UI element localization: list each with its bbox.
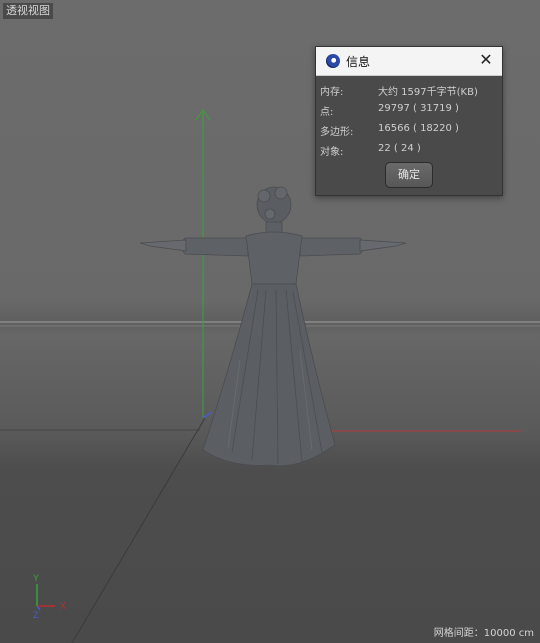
left-arm (181, 237, 249, 257)
info-value: 29797 ( 31719 ) (378, 103, 459, 114)
info-dialog: 信息 ✕ 内存: 大约 1597千字节(KB) 点: 29797 ( 31719… (315, 46, 503, 196)
ok-button[interactable]: 确定 (385, 162, 433, 188)
cinema4d-logo-icon (326, 54, 340, 68)
dialog-title-bar[interactable]: 信息 ✕ (316, 47, 502, 76)
left-hand (139, 239, 187, 252)
info-value: 大约 1597千字节(KB) (378, 87, 478, 98)
right-arm (299, 237, 365, 257)
skirt (202, 283, 336, 467)
z-axis-line (71, 417, 206, 643)
info-label: 内存: (320, 87, 344, 98)
info-value: 22 ( 24 ) (378, 143, 421, 154)
info-label: 多边形: (320, 127, 354, 138)
info-label: 对象: (320, 147, 344, 158)
gizmo-x-label: X (60, 601, 66, 611)
axis-gizmo: Y X Z (33, 573, 66, 620)
dialog-title: 信息 (346, 55, 371, 69)
info-label: 点: (320, 107, 334, 118)
right-hand (359, 239, 407, 252)
close-icon[interactable]: ✕ (478, 52, 494, 68)
gizmo-z-label: Z (33, 610, 39, 620)
viewport-title[interactable]: 透视视图 (3, 3, 53, 19)
z-axis-stub (202, 411, 213, 419)
info-value: 16566 ( 18220 ) (378, 123, 459, 134)
torso (245, 231, 303, 285)
gizmo-y-label: Y (33, 573, 39, 583)
grid-spacing-readout: 网格间距：10000 cm (433, 628, 534, 639)
